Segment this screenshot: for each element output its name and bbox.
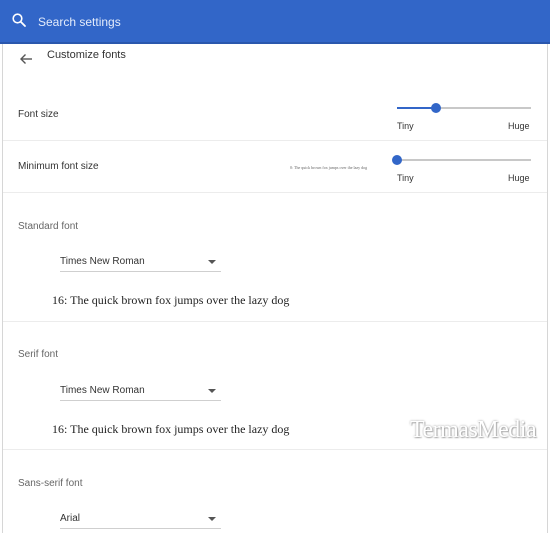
minimum-font-size-min-label: Tiny — [397, 173, 414, 183]
serif-font-sample: 16: The quick brown fox jumps over the l… — [52, 422, 290, 436]
back-button[interactable] — [17, 49, 37, 69]
minimum-font-preview: 0: The quick brown fox jumps over the la… — [290, 165, 368, 170]
divider — [3, 140, 547, 141]
slider-thumb[interactable] — [392, 155, 402, 165]
arrow-back-icon — [20, 54, 32, 64]
standard-font-sample: 16: The quick brown fox jumps over the l… — [52, 293, 290, 307]
chevron-down-icon — [208, 260, 216, 264]
search-input[interactable] — [38, 13, 518, 31]
minimum-font-size-label: Minimum font size — [18, 161, 99, 172]
divider — [3, 192, 547, 193]
minimum-font-size-max-label: Huge — [508, 173, 530, 183]
font-size-max-label: Huge — [508, 121, 530, 131]
chevron-down-icon — [208, 389, 216, 393]
sans-serif-font-selected: Arial — [60, 513, 81, 524]
slider-track — [397, 159, 531, 161]
divider — [3, 321, 547, 322]
slider-thumb[interactable] — [430, 103, 441, 113]
serif-font-selected: Times New Roman — [60, 385, 145, 396]
minimum-font-size-slider[interactable] — [392, 153, 531, 167]
sans-serif-font-select[interactable]: Arial — [60, 511, 221, 529]
search-bar — [0, 0, 550, 44]
font-size-min-label: Tiny — [397, 121, 414, 131]
standard-font-title: Standard font — [18, 221, 79, 232]
sans-serif-font-title: Sans-serif font — [18, 478, 83, 489]
chevron-down-icon — [208, 517, 216, 521]
standard-font-select[interactable]: Times New Roman — [60, 254, 221, 272]
font-size-slider[interactable] — [397, 101, 531, 115]
search-icon[interactable] — [11, 12, 27, 28]
standard-font-selected: Times New Roman — [60, 256, 145, 267]
page-title: Customize fonts — [47, 49, 126, 61]
font-size-label: Font size — [18, 109, 59, 120]
serif-font-title: Serif font — [18, 349, 59, 360]
settings-panel: Customize fonts Font size Tiny Huge Mini… — [2, 44, 548, 533]
serif-font-select[interactable]: Times New Roman — [60, 383, 221, 401]
watermark: TermasMedia — [410, 417, 537, 443]
divider — [3, 449, 547, 450]
